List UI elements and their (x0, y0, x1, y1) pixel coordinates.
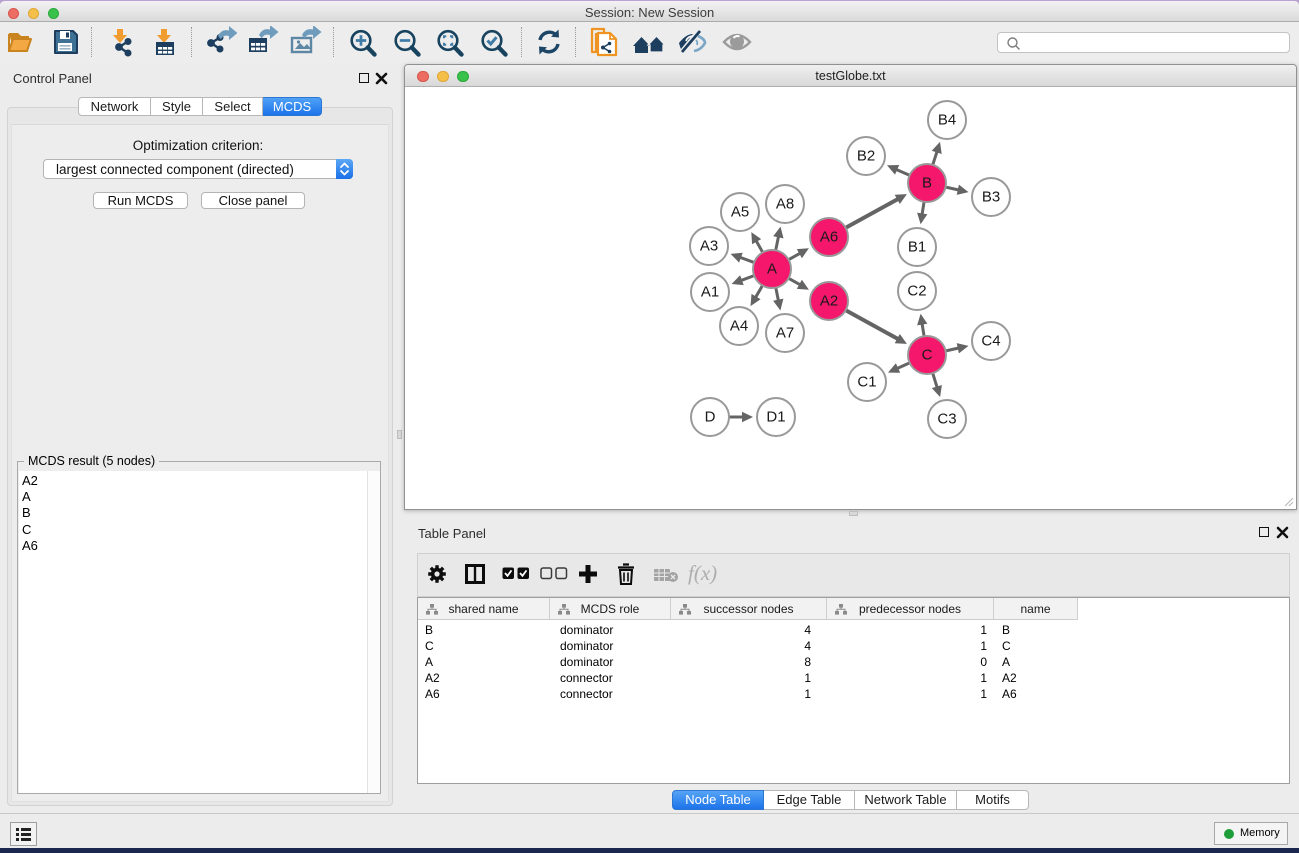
svg-text:C2: C2 (907, 283, 926, 300)
svg-text:B: B (922, 175, 932, 192)
svg-text:B3: B3 (982, 189, 1000, 206)
svg-text:B4: B4 (938, 112, 956, 129)
svg-text:C4: C4 (981, 333, 1000, 350)
svg-text:A3: A3 (700, 238, 718, 255)
svg-text:A1: A1 (701, 284, 719, 301)
svg-text:B1: B1 (908, 239, 926, 256)
svg-text:B2: B2 (857, 148, 875, 165)
svg-text:A5: A5 (731, 204, 749, 221)
svg-text:A8: A8 (776, 196, 794, 213)
svg-text:C1: C1 (857, 374, 876, 391)
svg-text:A6: A6 (820, 229, 838, 246)
svg-text:A2: A2 (820, 293, 838, 310)
svg-text:A4: A4 (730, 318, 748, 335)
svg-text:D1: D1 (766, 409, 785, 426)
svg-text:A: A (767, 261, 777, 278)
svg-text:C3: C3 (937, 411, 956, 428)
svg-text:A7: A7 (776, 325, 794, 342)
svg-text:D: D (705, 409, 716, 426)
svg-text:C: C (922, 347, 933, 364)
